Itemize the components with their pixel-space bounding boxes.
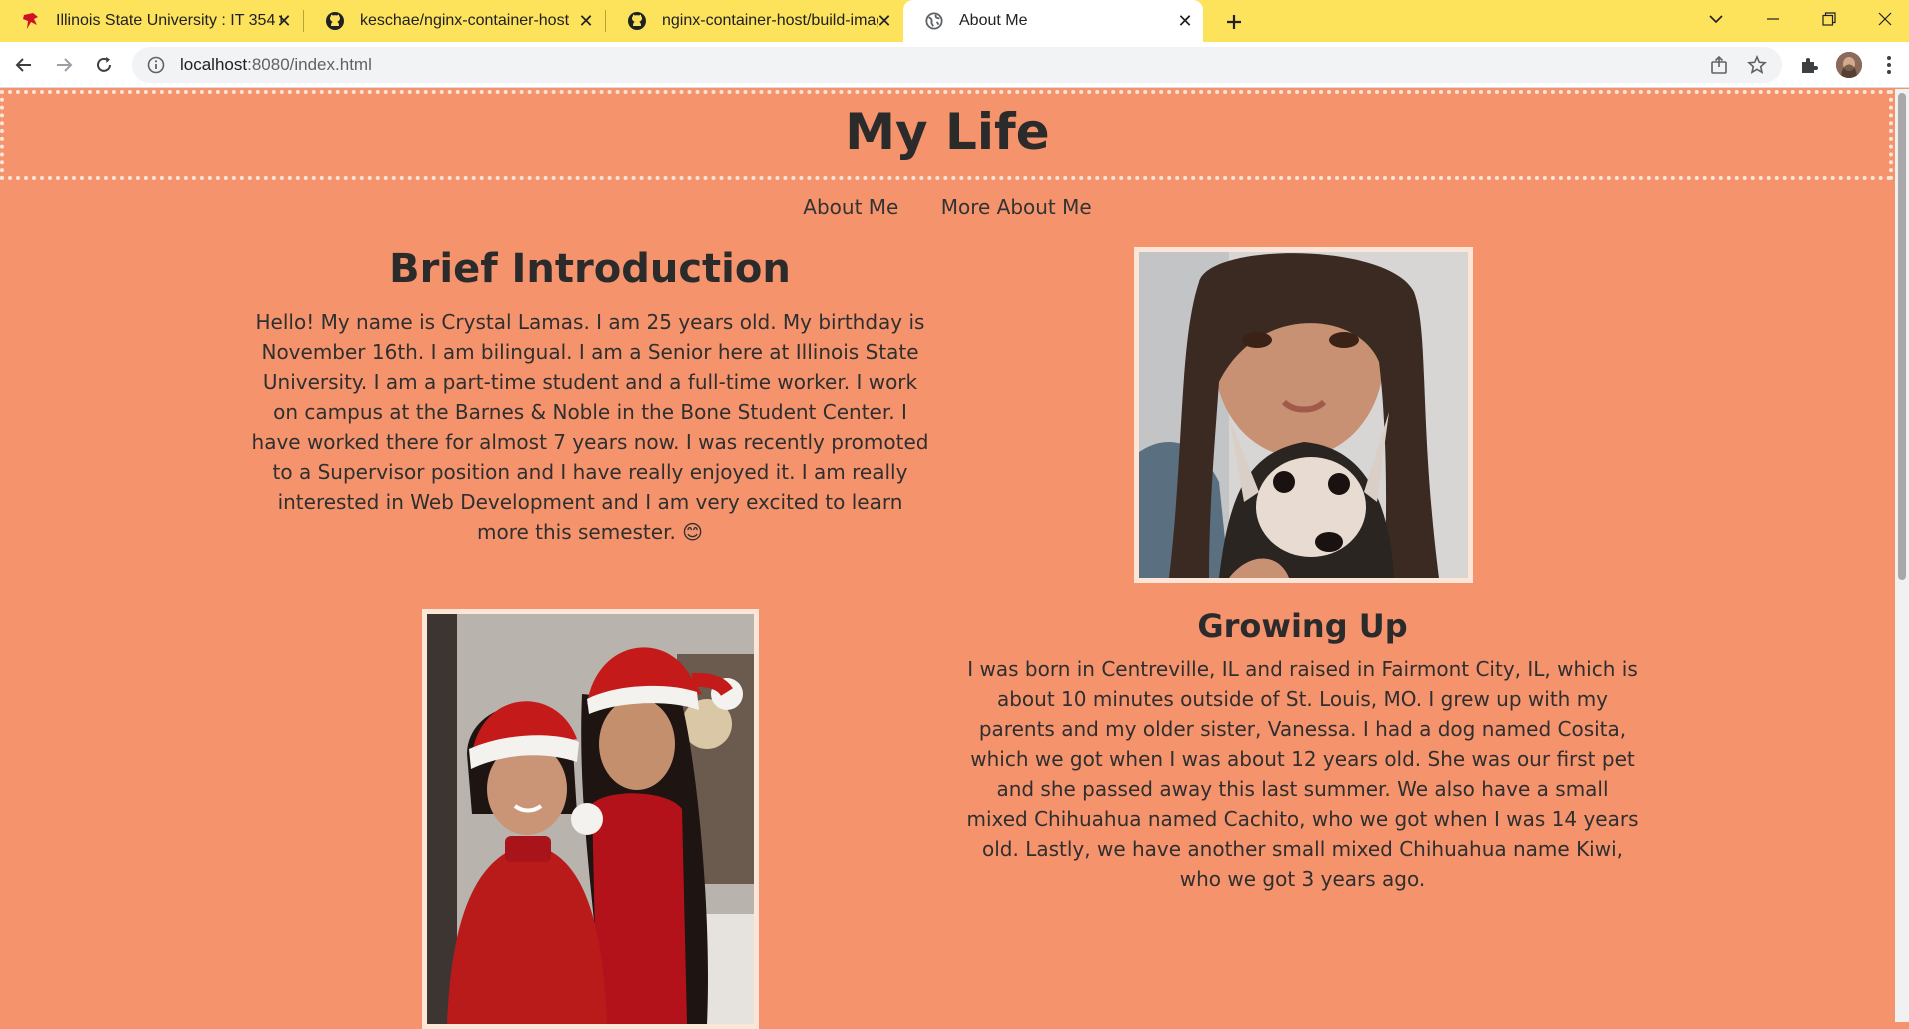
reload-icon bbox=[97, 57, 111, 72]
profile-avatar[interactable] bbox=[1836, 52, 1862, 78]
url-path: :8080/index.html bbox=[247, 55, 372, 74]
close-window-button[interactable] bbox=[1857, 0, 1909, 38]
close-icon[interactable]: ✕ bbox=[874, 11, 894, 31]
tab-github-repo[interactable]: keschae/nginx-container-host ✕ bbox=[304, 0, 604, 42]
page-content: My Life About Me More About Me Brief Int… bbox=[0, 89, 1895, 1029]
close-icon[interactable]: ✕ bbox=[1175, 11, 1195, 31]
chevron-down-icon bbox=[1709, 15, 1723, 24]
nav-link-more-about-me[interactable]: More About Me bbox=[941, 195, 1092, 219]
tab-search-button[interactable] bbox=[1688, 0, 1744, 38]
isu-redbird-icon bbox=[20, 10, 42, 32]
close-icon[interactable]: ✕ bbox=[274, 11, 294, 31]
photo-selfie-with-dog bbox=[1134, 247, 1473, 583]
plus-icon bbox=[1227, 15, 1241, 29]
share-icon[interactable] bbox=[1709, 55, 1729, 75]
url-text: localhost:8080/index.html bbox=[180, 55, 372, 75]
browser-toolbar: localhost:8080/index.html bbox=[0, 42, 1909, 88]
new-tab-button[interactable] bbox=[1218, 6, 1250, 38]
forward-button[interactable] bbox=[48, 49, 80, 81]
close-icon[interactable]: ✕ bbox=[576, 11, 596, 31]
restore-icon bbox=[1822, 12, 1836, 26]
url-host: localhost bbox=[180, 55, 248, 74]
reload-button[interactable] bbox=[88, 49, 120, 81]
minimize-button[interactable] bbox=[1745, 0, 1801, 38]
tab-title: Illinois State University : IT 354 00 bbox=[56, 12, 282, 29]
globe-icon bbox=[923, 10, 945, 32]
intro-heading: Brief Introduction bbox=[389, 246, 791, 292]
tab-title: keschae/nginx-container-host bbox=[360, 12, 570, 29]
tab-title: About Me bbox=[959, 12, 1028, 29]
tab-about-me[interactable]: About Me ✕ bbox=[903, 0, 1203, 42]
tab-isu[interactable]: Illinois State University : IT 354 00 ✕ bbox=[0, 0, 302, 42]
site-title: My Life bbox=[845, 103, 1050, 161]
scrollbar-thumb[interactable] bbox=[1898, 93, 1906, 580]
minimize-icon bbox=[1767, 18, 1779, 20]
arrow-right-icon bbox=[57, 58, 73, 72]
address-bar[interactable]: localhost:8080/index.html bbox=[132, 47, 1782, 83]
growing-up-paragraph: I was born in Centreville, IL and raised… bbox=[966, 657, 1639, 891]
info-icon[interactable] bbox=[146, 55, 166, 75]
restore-button[interactable] bbox=[1801, 0, 1857, 38]
page-scrollbar[interactable] bbox=[1895, 89, 1909, 1022]
photo-christmas-sisters bbox=[422, 609, 759, 1029]
star-icon[interactable] bbox=[1747, 55, 1767, 75]
extensions-button[interactable] bbox=[1797, 53, 1821, 77]
github-icon bbox=[626, 10, 648, 32]
site-nav: About Me More About Me bbox=[0, 195, 1895, 219]
menu-button[interactable] bbox=[1877, 53, 1901, 77]
tab-github-build[interactable]: nginx-container-host/build-imag ✕ bbox=[606, 0, 902, 42]
arrow-left-icon bbox=[15, 58, 31, 72]
puzzle-icon bbox=[1802, 58, 1818, 73]
close-icon bbox=[1878, 12, 1892, 26]
nav-link-about-me[interactable]: About Me bbox=[803, 195, 898, 219]
growing-up-heading: Growing Up bbox=[1197, 607, 1408, 645]
more-vert-icon bbox=[1887, 56, 1891, 74]
tab-title: nginx-container-host/build-imag bbox=[662, 12, 878, 29]
github-icon bbox=[324, 10, 346, 32]
tab-strip: Illinois State University : IT 354 00 ✕ … bbox=[0, 0, 1909, 42]
intro-paragraph: Hello! My name is Crystal Lamas. I am 25… bbox=[251, 310, 929, 544]
back-button[interactable] bbox=[8, 49, 40, 81]
